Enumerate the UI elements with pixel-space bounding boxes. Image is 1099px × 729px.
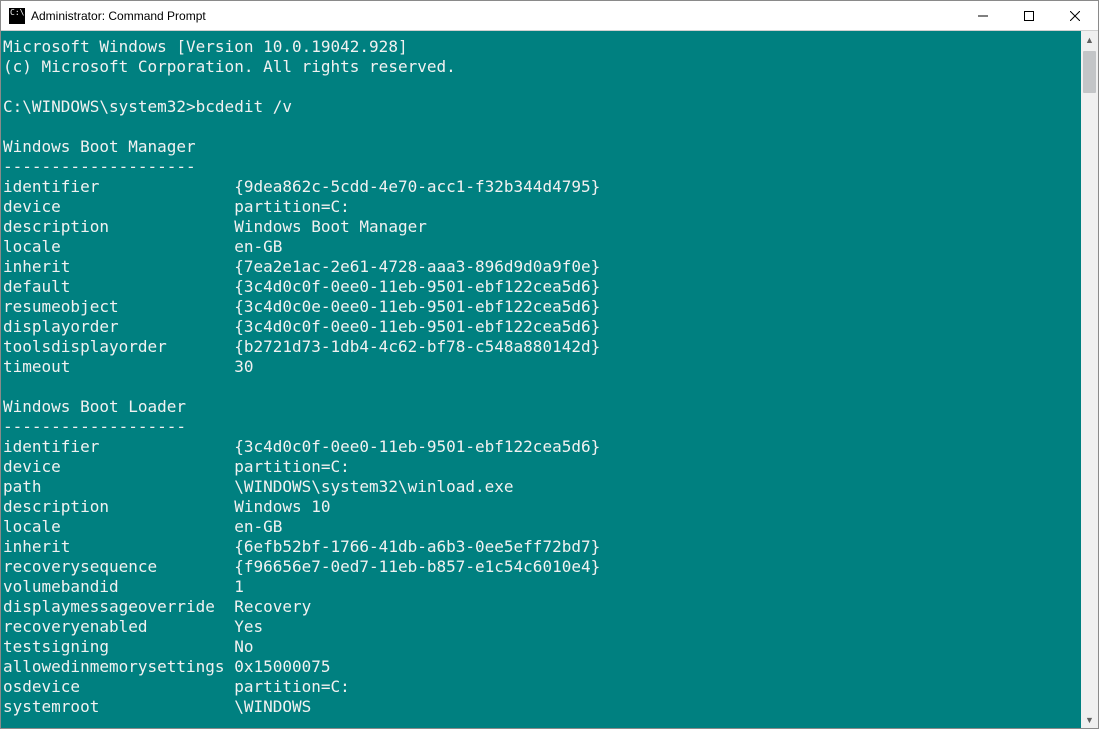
close-button[interactable]: [1052, 1, 1098, 30]
window-controls: [960, 1, 1098, 30]
minimize-button[interactable]: [960, 1, 1006, 30]
terminal-output[interactable]: Microsoft Windows [Version 10.0.19042.92…: [1, 31, 1081, 728]
maximize-button[interactable]: [1006, 1, 1052, 30]
maximize-icon: [1024, 11, 1034, 21]
scrollbar-arrow-down-icon[interactable]: ▼: [1081, 711, 1098, 728]
minimize-icon: [978, 11, 988, 21]
window-title: Administrator: Command Prompt: [31, 9, 960, 23]
close-icon: [1070, 11, 1080, 21]
scrollbar-thumb[interactable]: [1083, 51, 1096, 93]
scrollbar[interactable]: ▲ ▼: [1081, 31, 1098, 728]
terminal-area: Microsoft Windows [Version 10.0.19042.92…: [1, 31, 1098, 728]
cmd-icon: [9, 8, 25, 24]
titlebar[interactable]: Administrator: Command Prompt: [1, 1, 1098, 31]
scrollbar-arrow-up-icon[interactable]: ▲: [1081, 31, 1098, 48]
